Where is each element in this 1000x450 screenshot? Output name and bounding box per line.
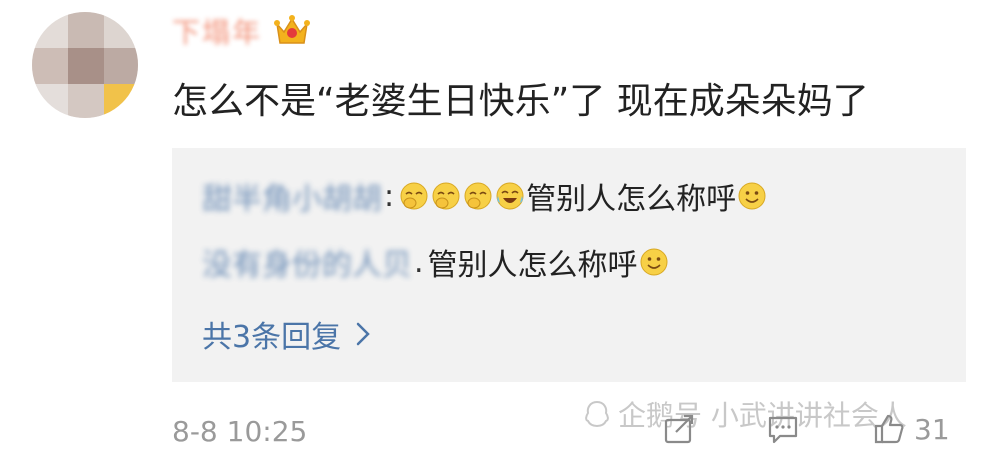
laugh-cry-emoji	[496, 182, 524, 210]
like-icon	[874, 414, 904, 444]
facepalm-emoji	[432, 182, 460, 210]
reply-separator: :	[384, 178, 395, 214]
reply-author[interactable]: 没有身份的人贝	[202, 240, 412, 284]
watermark-logo-icon	[585, 400, 609, 428]
facepalm-emoji	[400, 182, 428, 210]
more-replies-label: 共3条回复	[202, 320, 342, 355]
reply-text: 管别人怎么称呼	[526, 182, 737, 217]
reply-author[interactable]: 甜半角小胡胡	[202, 174, 382, 218]
comment-timestamp: 8-8 10:25	[172, 415, 308, 448]
comment-header: 下塌年	[172, 11, 311, 51]
username[interactable]: 下塌年	[172, 11, 262, 51]
watermark: 企鹅号 小武讲讲社会人	[582, 394, 907, 434]
smile-emoji	[738, 182, 766, 210]
reply-item: 没有身份的人贝 . 管别人怎么称呼	[202, 240, 670, 284]
reply-separator: .	[414, 244, 424, 280]
comment-icon	[768, 416, 798, 444]
share-button[interactable]	[662, 412, 696, 446]
reply-text: 管别人怎么称呼	[427, 248, 638, 283]
share-icon	[664, 414, 694, 444]
like-button[interactable]: 31	[872, 412, 950, 446]
replies-box: 甜半角小胡胡 : 管别人怎么称呼 没有身份的人贝 . 管别人怎么称呼 共3条回复	[172, 148, 966, 382]
comment-button[interactable]	[766, 412, 800, 446]
like-count: 31	[914, 412, 950, 446]
reply-item: 甜半角小胡胡 : 管别人怎么称呼	[202, 174, 768, 218]
smile-emoji	[640, 248, 668, 276]
chevron-right-icon	[356, 322, 370, 346]
more-replies-link[interactable]: 共3条回复	[202, 312, 371, 356]
comment-text: 怎么不是“老婆生日快乐”了 现在成朵朵妈了	[172, 81, 869, 122]
avatar[interactable]	[32, 12, 138, 118]
facepalm-emoji	[464, 182, 492, 210]
crown-icon	[274, 15, 311, 44]
